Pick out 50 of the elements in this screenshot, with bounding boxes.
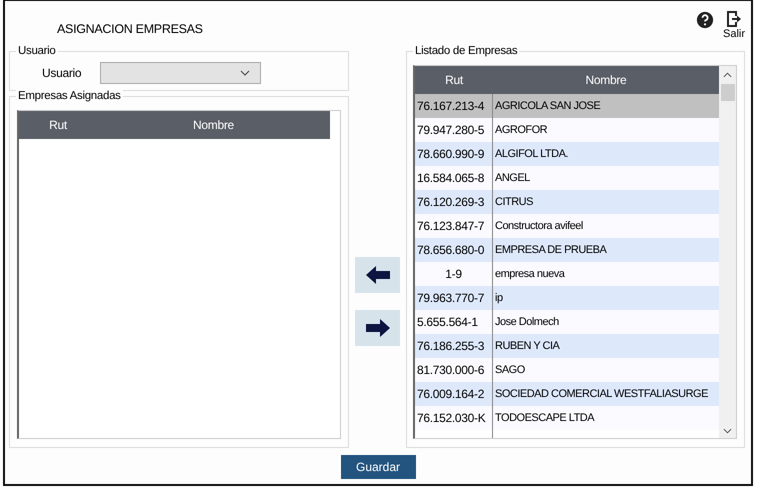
save-button[interactable]: Guardar [340, 455, 416, 479]
table-row[interactable]: 16.584.065-8 ANGEL [415, 166, 719, 190]
table-row[interactable]: 76.186.255-3 RUBEN Y CIA [415, 334, 719, 358]
field-label: Usuario [42, 66, 82, 80]
arrow-right-icon [366, 318, 390, 338]
table-cell-text: RUBEN Y CIA [494, 339, 561, 354]
table-row[interactable]: 78.660.990-9 ALGIFOL LTDA. [415, 142, 719, 166]
table-row[interactable]: 79.963.770-7 ip [415, 286, 719, 310]
window-title: ASIGNACION EMPRESAS [57, 22, 203, 38]
column-header[interactable]: Nombre [97, 118, 330, 132]
column-header[interactable]: Nombre [493, 73, 719, 87]
table-cell-text: empresa nueva [494, 267, 566, 282]
table-cell: 76.152.030-K [415, 406, 493, 430]
exit-button[interactable]: Salir [722, 10, 745, 40]
group-legend: Empresas Asignadas [16, 89, 123, 103]
scroll-down-icon[interactable] [723, 428, 732, 434]
help-icon[interactable] [696, 11, 714, 29]
table-cell-text: SAGO [494, 363, 526, 378]
table-row[interactable]: 76.123.847-7 Constructora avifeel [415, 214, 719, 238]
column-header[interactable]: Rut [415, 73, 493, 87]
scroll-up-icon[interactable] [723, 72, 732, 78]
table-row[interactable]: 76.120.269-3 CITRUS [415, 190, 719, 214]
table-cell-text: AGROFOR [494, 123, 548, 138]
table-row[interactable]: 5.655.564-1 Jose Dolmech [415, 310, 719, 334]
table-cell-text: Jose Dolmech [494, 315, 560, 330]
scrollbar[interactable] [719, 66, 736, 438]
table-cell-text: SOCIEDAD COMERCIAL WESTFALIASURGE [494, 387, 709, 402]
table-cell-text: ANGEL [494, 171, 531, 186]
table-row[interactable]: 76.167.213-4 AGRICOLA SAN JOSE [415, 94, 719, 118]
table-cell-text: ALGIFOL LTDA. [494, 147, 569, 162]
table-row[interactable]: 1-9 empresa nueva [415, 262, 719, 286]
move-left-button[interactable] [355, 257, 400, 293]
table-cell-text: EMPRESA DE PRUEBA [494, 243, 608, 258]
chevron-down-icon [240, 70, 250, 76]
table-row[interactable]: 76.009.164-2 SOCIEDAD COMERCIAL WESTFALIASURGE [415, 382, 719, 406]
table-cell-text: CITRUS [494, 195, 534, 210]
exit-icon [726, 10, 742, 28]
column-header[interactable]: Rut [19, 118, 97, 132]
move-right-button[interactable] [355, 310, 400, 346]
table-cell-text: Constructora avifeel [494, 219, 584, 234]
table-cell-text: TODOESCAPE LTDA [494, 411, 596, 426]
group-legend: Listado de Empresas [413, 44, 520, 58]
scroll-thumb[interactable] [720, 84, 734, 101]
table-cell-text: ip [494, 291, 504, 306]
table-row[interactable]: 81.730.000-6 SAGO [415, 358, 719, 382]
table-row[interactable]: 79.947.280-5 AGROFOR [415, 118, 719, 142]
table-row[interactable]: 78.656.680-0 EMPRESA DE PRUEBA [415, 238, 719, 262]
table-cell-text: AGRICOLA SAN JOSE [494, 99, 602, 114]
table-row[interactable]: 76.152.030-K TODOESCAPE LTDA [415, 406, 719, 430]
arrow-left-icon [366, 265, 390, 285]
